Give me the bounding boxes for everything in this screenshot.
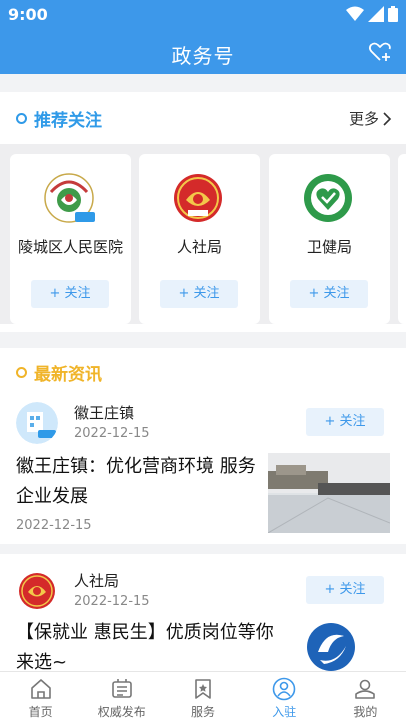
tab-settle[interactable]: 入驻 [244, 672, 325, 723]
hrss-avatar-icon [16, 570, 58, 612]
user-icon [355, 679, 376, 699]
wifi-icon [346, 6, 364, 21]
tab-service[interactable]: 服务 [162, 672, 243, 723]
tab-label: 我的 [353, 705, 378, 719]
follow-button[interactable]: + 关注 [290, 280, 368, 308]
recommend-section: 推荐关注 更多 陵城区人民医院 + 关注 人社局 + 关注 卫健局 + 关注 [0, 92, 406, 332]
follow-button[interactable]: + 关注 [306, 408, 384, 436]
section-divider [0, 544, 406, 554]
tab-mine[interactable]: 我的 [325, 672, 406, 723]
tab-publish[interactable]: 权威发布 [81, 672, 162, 723]
tab-label: 权威发布 [97, 705, 146, 719]
chevron-right-icon [383, 111, 392, 126]
news-icon [111, 679, 132, 698]
account-name: 卫健局 [306, 238, 352, 256]
follow-button[interactable]: + 关注 [306, 576, 384, 604]
hrss-logo-icon [174, 174, 222, 222]
latest-title: 最新资讯 [34, 365, 102, 385]
news-source: 徽王庄镇 [74, 404, 135, 422]
news-publish-date: 2022-12-15 [16, 518, 92, 533]
tab-home[interactable]: 首页 [0, 672, 81, 723]
news-thumbnail-logo[interactable] [306, 622, 356, 672]
page-title: 政务号 [171, 44, 235, 68]
person-circle-icon [272, 677, 296, 701]
follow-button[interactable]: + 关注 [31, 280, 109, 308]
latest-section: 最新资讯 徽王庄镇 2022-12-15 + 关注 徽王庄镇：优化营商环境 服务… [0, 348, 406, 678]
tab-label: 入驻 [272, 705, 297, 719]
news-item[interactable]: 徽王庄镇 2022-12-15 + 关注 徽王庄镇：优化营商环境 服务企业发展 … [0, 398, 406, 548]
news-headline[interactable]: 徽王庄镇：优化营商环境 服务企业发展 [16, 452, 264, 512]
account-name: 人社局 [176, 238, 222, 256]
home-icon [30, 679, 51, 699]
tab-label: 首页 [28, 705, 53, 719]
health-logo-icon [304, 174, 352, 222]
town-avatar-icon [16, 402, 58, 444]
news-item[interactable]: 人社局 2022-12-15 + 关注 【保就业 惠民生】优质岗位等你来选~ [0, 570, 406, 678]
recommend-cards: 陵城区人民医院 + 关注 人社局 + 关注 卫健局 + 关注 [0, 144, 406, 324]
news-source-date: 2022-12-15 [74, 426, 150, 441]
signal-icon [368, 6, 384, 22]
account-card-partial[interactable] [398, 154, 406, 324]
bottom-tab-bar: 首页 权威发布 服务 入驻 我的 [0, 671, 406, 723]
app-header: 政务号 [0, 30, 406, 74]
heart-plus-icon[interactable] [368, 40, 392, 64]
news-source-date: 2022-12-15 [74, 594, 150, 609]
hospital-logo-icon [44, 173, 95, 223]
system-icons [346, 6, 398, 22]
news-thumbnail-image[interactable] [268, 453, 390, 533]
status-time: 9:00 [8, 5, 48, 24]
more-link[interactable]: 更多 [349, 108, 392, 129]
recommend-title: 推荐关注 [34, 111, 102, 131]
account-card[interactable]: 卫健局 + 关注 [269, 154, 390, 324]
battery-icon [388, 6, 398, 22]
tab-label: 服务 [191, 705, 216, 719]
latest-heading: 最新资讯 [16, 360, 102, 385]
yellow-dot-icon [16, 367, 27, 378]
bookmark-icon [195, 679, 211, 699]
status-bar: 9:00 [0, 0, 406, 30]
news-source: 人社局 [74, 572, 120, 590]
follow-button[interactable]: + 关注 [160, 280, 238, 308]
recommend-heading: 推荐关注 [16, 106, 102, 131]
more-label: 更多 [348, 110, 379, 128]
news-headline[interactable]: 【保就业 惠民生】优质岗位等你来选~ [16, 618, 286, 678]
account-card[interactable]: 陵城区人民医院 + 关注 [10, 154, 131, 324]
blue-dot-icon [16, 113, 27, 124]
account-card[interactable]: 人社局 + 关注 [139, 154, 260, 324]
account-name: 陵城区人民医院 [17, 238, 123, 256]
